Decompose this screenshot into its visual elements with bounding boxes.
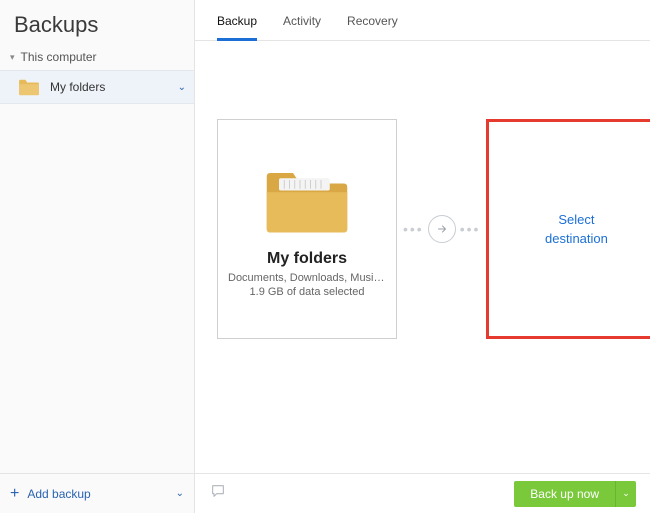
tab-backup[interactable]: Backup xyxy=(217,14,257,41)
destination-label-line1: Select xyxy=(558,210,594,230)
backup-now-button[interactable]: Back up now xyxy=(514,481,616,507)
source-size: 1.9 GB of data selected xyxy=(250,286,365,298)
sidebar-title: Backups xyxy=(0,0,194,46)
backup-now-dropdown[interactable]: ⌄ xyxy=(616,481,636,507)
sidebar-spacer xyxy=(0,104,194,473)
tabbar: Backup Activity Recovery xyxy=(195,0,650,41)
chevron-down-icon[interactable]: ⌄ xyxy=(178,82,186,93)
chevron-down-icon: ▾ xyxy=(10,52,15,63)
chat-icon[interactable] xyxy=(209,483,227,504)
plus-icon: + xyxy=(10,486,19,502)
folder-icon xyxy=(18,78,40,96)
content-area: My folders Documents, Downloads, Music, … xyxy=(195,41,650,473)
tab-activity[interactable]: Activity xyxy=(283,14,321,40)
sidebar-item-label: My folders xyxy=(50,80,178,94)
main: Backup Activity Recovery xyxy=(195,0,650,513)
source-card[interactable]: My folders Documents, Downloads, Music, … xyxy=(217,119,397,339)
app-root: Backups ▾ This computer My folders ⌄ + A… xyxy=(0,0,650,513)
source-description: Documents, Downloads, Music, Pi… xyxy=(228,272,386,284)
add-backup-label: Add backup xyxy=(27,487,175,501)
tab-recovery[interactable]: Recovery xyxy=(347,14,398,40)
chevron-down-icon[interactable]: ⌄ xyxy=(176,488,184,499)
main-footer: Back up now ⌄ xyxy=(195,473,650,513)
backup-flow: My folders Documents, Downloads, Music, … xyxy=(217,119,650,339)
sidebar: Backups ▾ This computer My folders ⌄ + A… xyxy=(0,0,195,513)
source-name: My folders xyxy=(267,250,347,268)
dots-left-icon: ••• xyxy=(403,221,424,237)
backup-now-split-button: Back up now ⌄ xyxy=(514,481,636,507)
add-backup-button[interactable]: + Add backup ⌄ xyxy=(0,473,194,513)
dots-right-icon: ••• xyxy=(460,221,481,237)
arrow-right-icon xyxy=(428,215,456,243)
destination-card[interactable]: Select destination xyxy=(486,119,650,339)
folder-icon xyxy=(262,166,352,236)
destination-label-line2: destination xyxy=(545,229,608,249)
flow-arrow: ••• ••• xyxy=(403,215,480,243)
sidebar-item-my-folders[interactable]: My folders ⌄ xyxy=(0,70,194,104)
tree-group-this-computer[interactable]: ▾ This computer xyxy=(0,46,194,70)
tree-group-label: This computer xyxy=(21,50,97,64)
